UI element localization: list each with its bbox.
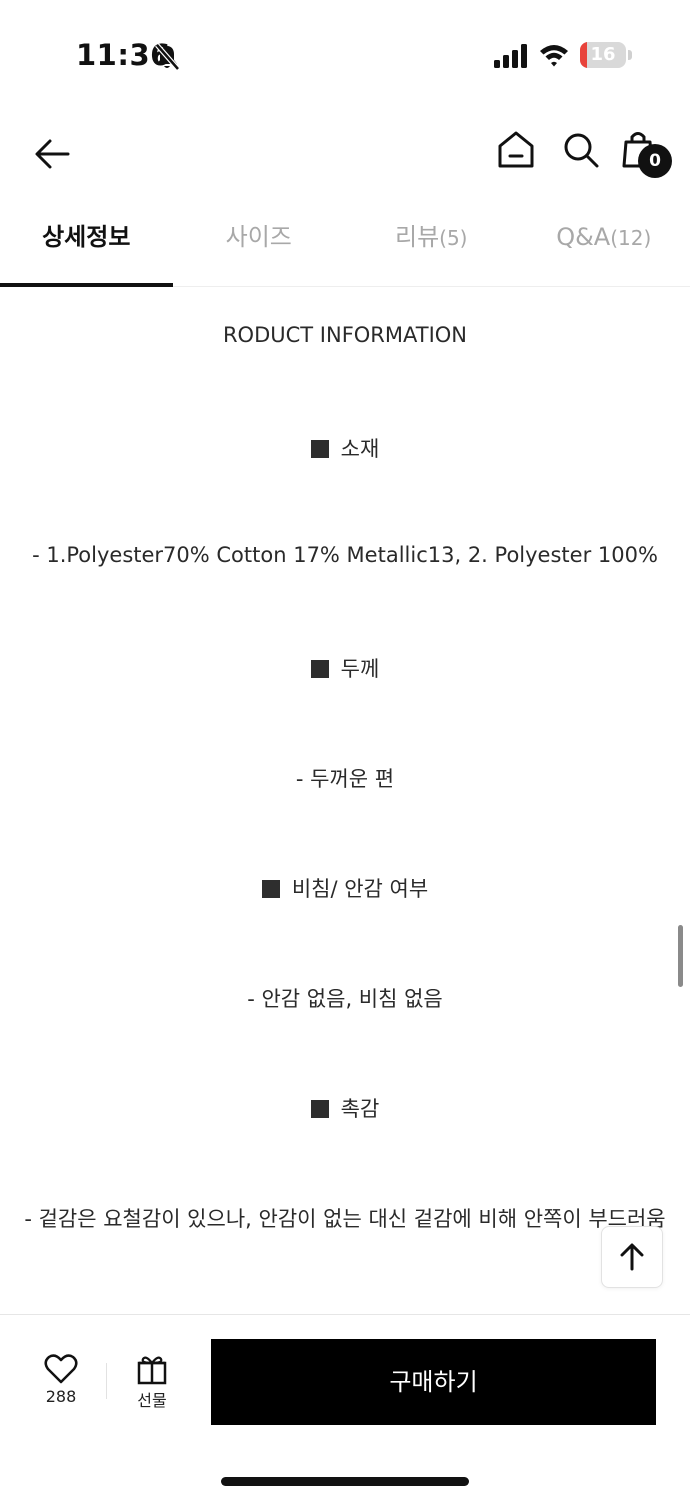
tab-count: (12) xyxy=(610,226,651,250)
arrow-up-icon xyxy=(618,1242,646,1272)
square-bullet-icon xyxy=(311,660,329,678)
tab-review[interactable]: 리뷰(5) xyxy=(345,200,518,286)
back-button[interactable] xyxy=(28,130,76,178)
tab-qna[interactable]: Q&A(12) xyxy=(518,200,690,286)
tab-count: (5) xyxy=(439,226,467,250)
scroll-to-top-button[interactable] xyxy=(601,1226,663,1288)
bell-slash-icon xyxy=(154,43,180,71)
section-text: - 겉감은 요철감이 있으나, 안감이 없는 대신 겉감에 비해 안쪽이 부드러… xyxy=(0,1203,690,1233)
search-icon xyxy=(560,128,602,172)
section-heading: 두께 xyxy=(0,653,690,683)
status-bar: 11:36 16 xyxy=(0,0,690,110)
gift-label: 선물 xyxy=(122,1387,182,1411)
app-header: 0 xyxy=(0,110,690,194)
tab-size[interactable]: 사이즈 xyxy=(173,200,346,286)
arrow-left-icon xyxy=(28,130,76,178)
section-heading-text: 촉감 xyxy=(341,1097,380,1121)
tab-detail-info[interactable]: 상세정보 xyxy=(0,200,173,286)
home-indicator xyxy=(221,1477,469,1486)
tab-label: Q&A xyxy=(556,223,610,251)
signal-icon xyxy=(494,44,530,68)
content-title: RODUCT INFORMATION xyxy=(0,323,690,347)
square-bullet-icon xyxy=(311,440,329,458)
product-tabs: 상세정보 사이즈 리뷰(5) Q&A(12) xyxy=(0,200,690,287)
section-heading: 촉감 xyxy=(0,1093,690,1123)
section-text: - 1.Polyester70% Cotton 17% Metallic13, … xyxy=(0,543,690,567)
bottom-action-bar: 288 선물 구매하기 xyxy=(0,1314,690,1501)
home-icon xyxy=(494,128,538,172)
heart-icon xyxy=(44,1353,78,1385)
section-text: - 안감 없음, 비침 없음 xyxy=(0,983,690,1013)
product-detail-content: RODUCT INFORMATION 소재 - 1.Polyester70% C… xyxy=(0,287,690,1314)
battery-level: 16 xyxy=(580,42,626,68)
tab-label: 상세정보 xyxy=(42,223,130,251)
battery-indicator: 16 xyxy=(580,42,626,68)
search-button[interactable] xyxy=(560,128,602,172)
section-heading-text: 소재 xyxy=(341,437,380,461)
section-heading-text: 비침/ 안감 여부 xyxy=(292,877,428,901)
section-heading: 소재 xyxy=(0,433,690,463)
section-heading: 비침/ 안감 여부 xyxy=(0,873,690,903)
like-count: 288 xyxy=(30,1387,92,1406)
buy-button[interactable]: 구매하기 xyxy=(211,1339,656,1425)
square-bullet-icon xyxy=(262,880,280,898)
battery-cap xyxy=(628,50,632,60)
home-button[interactable] xyxy=(494,128,538,172)
section-text: - 두꺼운 편 xyxy=(0,763,690,793)
like-button[interactable]: 288 xyxy=(30,1353,92,1417)
square-bullet-icon xyxy=(311,1100,329,1118)
tab-label: 리뷰 xyxy=(395,223,439,251)
gift-icon xyxy=(135,1353,169,1385)
wifi-icon xyxy=(538,42,570,68)
divider xyxy=(106,1363,107,1399)
cart-count-badge: 0 xyxy=(638,144,672,178)
section-heading-text: 두께 xyxy=(341,657,380,681)
gift-button[interactable]: 선물 xyxy=(122,1353,182,1417)
tab-label: 사이즈 xyxy=(226,223,292,251)
cart-button[interactable]: 0 xyxy=(620,128,676,180)
scrollbar-thumb[interactable] xyxy=(678,925,683,987)
